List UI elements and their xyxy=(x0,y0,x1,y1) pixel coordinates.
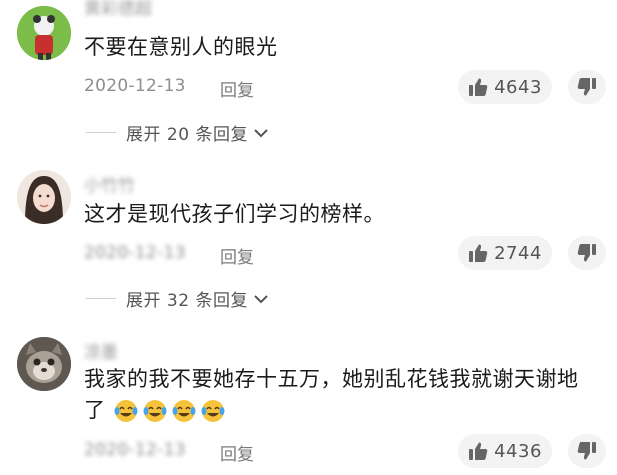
tears-of-joy-emoji-icon xyxy=(201,400,225,422)
thumbs-down-icon xyxy=(577,442,596,460)
comment-date: 2020-12-13 xyxy=(84,440,186,460)
expand-divider xyxy=(86,132,116,133)
thumbs-up-icon xyxy=(469,244,488,262)
expand-replies-label: 展开 20 条回复 xyxy=(126,125,248,145)
like-count: 2744 xyxy=(494,242,542,264)
tears-of-joy-emoji-icon xyxy=(143,400,167,422)
expand-replies-label: 展开 32 条回复 xyxy=(126,291,248,311)
reply-button[interactable]: 回复 xyxy=(220,243,254,268)
avatar[interactable] xyxy=(17,170,71,224)
dislike-button[interactable] xyxy=(568,70,606,104)
username[interactable]: 凉墨 xyxy=(84,338,118,363)
dislike-button[interactable] xyxy=(568,236,606,270)
chevron-down-icon xyxy=(254,128,268,137)
comment-date: 2020-12-13 xyxy=(84,76,186,96)
thumbs-up-icon xyxy=(469,442,488,460)
avatar[interactable] xyxy=(17,6,71,60)
emoji-group xyxy=(113,398,226,424)
like-count: 4436 xyxy=(494,440,542,462)
like-count: 4643 xyxy=(494,76,542,98)
tears-of-joy-emoji-icon xyxy=(114,400,138,422)
tears-of-joy-emoji-icon xyxy=(172,400,196,422)
thumbs-down-icon xyxy=(577,244,596,262)
like-button[interactable]: 4643 xyxy=(458,70,552,104)
reply-button[interactable]: 回复 xyxy=(220,76,254,101)
dislike-button[interactable] xyxy=(568,434,606,468)
thumbs-up-icon xyxy=(469,78,488,96)
expand-divider xyxy=(86,298,116,299)
expand-replies-button[interactable]: 展开 32 条回复 xyxy=(86,286,270,311)
like-button[interactable]: 4436 xyxy=(458,434,552,468)
username[interactable]: 小竹竹 xyxy=(84,171,135,196)
expand-replies-button[interactable]: 展开 20 条回复 xyxy=(86,120,270,145)
reply-button[interactable]: 回复 xyxy=(220,440,254,465)
chevron-down-icon xyxy=(254,294,268,303)
avatar-image xyxy=(17,170,71,224)
avatar[interactable] xyxy=(17,337,71,391)
avatar-image xyxy=(17,337,71,391)
thumbs-down-icon xyxy=(577,78,596,96)
like-button[interactable]: 2744 xyxy=(458,236,552,270)
comment-text: 我家的我不要她存十五万，她别乱花钱我就谢天谢地了 xyxy=(84,364,594,426)
comment-text: 不要在意别人的眼光 xyxy=(84,35,278,59)
avatar-image xyxy=(17,6,71,60)
comment-text: 这才是现代孩子们学习的榜样。 xyxy=(84,202,385,226)
username[interactable]: 黄彩德超 xyxy=(84,0,152,19)
comment-date: 2020-12-13 xyxy=(84,243,186,263)
